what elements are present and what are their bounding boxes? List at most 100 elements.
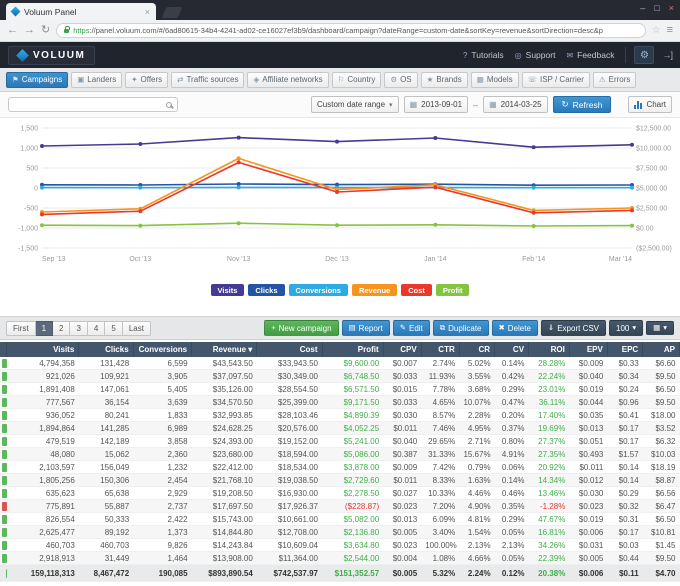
column-header-epc[interactable]: EPC — [607, 342, 644, 357]
tab-landers[interactable]: ▣ Landers — [71, 71, 123, 88]
pager-5[interactable]: 5 — [105, 320, 123, 336]
tab-affiliate-networks[interactable]: ◈ Affiliate networks — [247, 71, 329, 88]
settings-gear-icon[interactable]: ⚙ — [634, 46, 655, 64]
tab-errors[interactable]: ⚠ Errors — [592, 71, 637, 88]
table-row[interactable]: 2,918,913 31,449 1,464 $13,908.00 $11,364.00… — [0, 551, 680, 565]
pager-4[interactable]: 4 — [87, 320, 106, 336]
navbar-link-feedback[interactable]: ✉ Feedback — [566, 50, 614, 60]
date-from-field[interactable]: ▦ 2013-09-01 — [403, 96, 469, 113]
search-input[interactable] — [14, 99, 166, 110]
reload-icon[interactable]: ↻ — [41, 25, 50, 36]
legend-cost[interactable]: Cost — [401, 284, 432, 296]
table-row[interactable]: 2,103,597 156,049 1,232 $22,412.00 $18,534.0… — [0, 460, 680, 474]
edit-button[interactable]: ✎ Edit — [392, 320, 430, 336]
table-row[interactable]: 777,567 36,154 3,639 $34,570.50 $25,399.00 $9… — [0, 395, 680, 409]
legend-revenue[interactable]: Revenue — [351, 284, 398, 296]
cell-roi: 20.92% — [528, 460, 570, 474]
tab-os[interactable]: ⚙ OS — [384, 71, 418, 88]
tab-brands[interactable]: ★ Brands — [420, 71, 468, 88]
delete-button[interactable]: ✖ Delete — [491, 320, 538, 336]
table-row[interactable]: 1,891,408 147,061 5,405 $35,126.00 $28,554.5… — [0, 382, 680, 396]
search-box[interactable] — [8, 97, 178, 112]
action-label: New campaign — [278, 323, 332, 333]
table-row[interactable]: 936,052 80,241 1,833 $32,993.85 $28,103.46 $4… — [0, 408, 680, 422]
cell-cpv: $0.040 — [383, 434, 422, 448]
column-header-cost[interactable]: Cost — [256, 342, 323, 357]
tab-models[interactable]: ▦ Models — [470, 71, 519, 88]
cell-cost: $33,943.50 — [256, 357, 323, 370]
cell-conversions: 1,833 — [133, 408, 192, 422]
date-to-field[interactable]: ▦ 2014-03-25 — [483, 96, 548, 113]
minimize-icon[interactable]: – — [640, 3, 645, 13]
table-row[interactable]: 1,805,256 150,306 2,454 $21,768.10 $19,038.5… — [0, 473, 680, 487]
duplicate-button[interactable]: ⧉ Duplicate — [432, 320, 489, 336]
pager-first[interactable]: First — [6, 320, 36, 336]
browser-tab[interactable]: Voluum Panel × — [6, 3, 156, 20]
tab-offers[interactable]: ✦ Offers — [125, 71, 169, 88]
pager-2[interactable]: 2 — [53, 320, 71, 336]
column-header-conversions[interactable]: Conversions — [133, 342, 193, 357]
column-header-roi[interactable]: ROI — [528, 342, 570, 357]
pager-last[interactable]: Last — [122, 320, 151, 336]
table-row[interactable]: 635,623 65,638 2,929 $19,208.50 $16,930.00 $2… — [0, 486, 680, 500]
navbar-tools: ⚙ →] — [625, 46, 673, 64]
table-row[interactable]: 48,080 15,062 2,360 $23,680.00 $18,594.00 $5,… — [0, 447, 680, 461]
cell-roi: 23.01% — [528, 382, 570, 396]
svg-text:Dec '13: Dec '13 — [325, 256, 349, 263]
legend-profit[interactable]: Profit — [435, 284, 470, 296]
table-row[interactable]: 2,625,477 89,192 1,373 $14,844.80 $12,708.00… — [0, 525, 680, 539]
date-range-select[interactable]: Custom date range ▾ — [311, 96, 399, 113]
maximize-icon[interactable]: □ — [654, 3, 659, 13]
legend-conversions[interactable]: Conversions — [288, 284, 348, 296]
tab-isp-carrier[interactable]: ☏ ISP / Carrier — [521, 71, 590, 88]
report-button[interactable]: ▤ Report — [341, 320, 390, 336]
legend-visits[interactable]: Visits — [210, 284, 245, 296]
copy-icon: ⧉ — [439, 323, 446, 333]
table-row[interactable]: 921,026 109,921 3,905 $37,097.50 $30,349.00 $… — [0, 369, 680, 383]
100-button[interactable]: 100 ▾ — [609, 320, 644, 336]
table-row[interactable]: 479,519 142,189 3,858 $24,393.00 $19,152.00 $… — [0, 434, 680, 448]
logout-icon[interactable]: →] — [662, 50, 672, 60]
tab-campaigns[interactable]: ⚑ Campaigns — [6, 71, 69, 88]
forward-icon[interactable]: → — [24, 25, 35, 36]
refresh-button[interactable]: ↻ Refresh — [552, 96, 612, 113]
browser-menu-icon[interactable]: ≡ — [667, 25, 673, 36]
pager-1[interactable]: 1 — [35, 320, 54, 336]
close-icon[interactable]: × — [669, 3, 674, 13]
columns-button[interactable]: ▦ ▾ — [646, 320, 674, 336]
legend-clicks[interactable]: Clicks — [248, 284, 285, 296]
address-bar[interactable]: https://panel.voluum.com/#/6ad80615-34b4… — [56, 23, 646, 38]
tab-traffic-sources[interactable]: ⇄ Traffic sources — [171, 71, 245, 88]
column-header-revenue[interactable]: Revenue ▾ — [191, 342, 258, 357]
cell-ap: $6.56 — [642, 486, 680, 500]
column-header-clicks[interactable]: Clicks — [78, 342, 134, 357]
column-header-epv[interactable]: EPV — [569, 342, 608, 357]
chart-toggle-button[interactable]: Chart — [628, 96, 672, 113]
tab-country[interactable]: ⚐ Country — [331, 71, 382, 88]
column-header-cpv[interactable]: CPV — [383, 342, 422, 357]
cell-cost: $12,708.00 — [256, 525, 323, 539]
column-header-ctr[interactable]: CTR — [421, 342, 460, 357]
table-row[interactable]: 460,703 460,703 9,826 $14,243.84 $10,609.04 $… — [0, 538, 680, 552]
column-header-cr[interactable]: CR — [459, 342, 496, 357]
pager-3[interactable]: 3 — [70, 320, 88, 336]
column-header-cv[interactable]: CV — [494, 342, 530, 357]
export-csv-button[interactable]: ⇓ Export CSV — [540, 320, 607, 336]
cell-profit: $5,086.00 — [322, 447, 384, 461]
new-tab-button[interactable] — [161, 7, 183, 18]
table-row[interactable]: 775,891 55,887 2,737 $17,697.50 $17,926.37 ($… — [0, 499, 680, 513]
voluum-logo[interactable]: VOLUUM — [8, 45, 96, 65]
table-row[interactable]: 1,894,864 141,285 6,989 $24,628.25 $20,576.0… — [0, 421, 680, 435]
column-header-visits[interactable]: Visits — [6, 342, 80, 357]
cell-cr: 4.81% — [459, 512, 495, 526]
new-campaign-button[interactable]: + New campaign — [264, 320, 339, 336]
navbar-link-support[interactable]: ◎ Support — [515, 50, 556, 60]
column-header-ap[interactable]: AP — [642, 342, 680, 357]
bookmark-star-icon[interactable]: ☆ — [652, 25, 661, 36]
table-row[interactable]: 826,554 50,333 2,422 $15,743.00 $10,661.00 $5… — [0, 512, 680, 526]
tab-close-icon[interactable]: × — [145, 7, 150, 17]
table-row[interactable]: 4,794,358 131,428 6,599 $43,543.50 $33,943.5… — [0, 357, 680, 370]
back-icon[interactable]: ← — [7, 25, 18, 36]
column-header-profit[interactable]: Profit — [322, 342, 384, 357]
navbar-link-tutorials[interactable]: ? Tutorials — [463, 50, 504, 60]
